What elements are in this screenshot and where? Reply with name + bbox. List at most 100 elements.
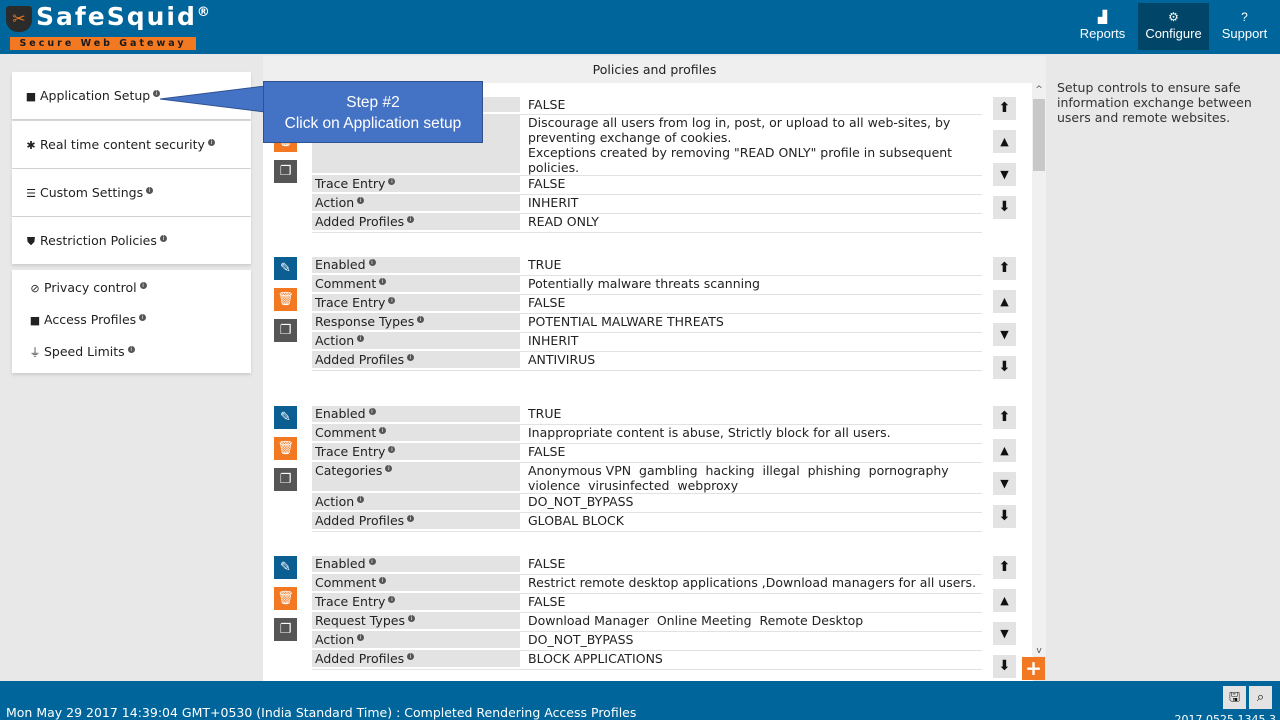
arrow-circle-up-icon: ⬆	[998, 260, 1011, 276]
move-down-button[interactable]: ▼	[993, 472, 1016, 495]
info-icon[interactable]: i	[357, 633, 365, 641]
top-nav: ▟ Reports ⚙ Configure ? Support	[1067, 3, 1280, 50]
sidebar-subitem-access-profiles[interactable]: ■ Access Profiles i	[12, 304, 251, 336]
sidebar-item-custom-settings[interactable]: ☰ Custom Settings i	[12, 169, 251, 216]
info-icon[interactable]: i	[407, 652, 415, 660]
move-top-button[interactable]: ⬆	[993, 97, 1016, 120]
nav-configure[interactable]: ⚙ Configure	[1138, 3, 1209, 50]
info-icon[interactable]: i	[417, 315, 425, 323]
nav-support[interactable]: ? Support	[1209, 3, 1280, 50]
shield-icon: ⛊	[26, 235, 36, 248]
field-label: Added Profiles i	[312, 214, 520, 230]
delete-button[interactable]: 🗑	[274, 437, 297, 460]
safesquid-logo[interactable]: ✂ SafeSquid® Secure Web Gateway	[4, 2, 210, 50]
move-up-button[interactable]: ▲	[993, 439, 1016, 462]
field-label: Enabled i	[312, 406, 520, 422]
help-text: Setup controls to ensure safe informatio…	[1057, 80, 1252, 125]
save-button[interactable]: 🖫	[1223, 686, 1246, 709]
move-bottom-button[interactable]: ⬇	[993, 356, 1016, 379]
sidebar-subitem-privacy-control[interactable]: ⊘ Privacy control i	[12, 272, 251, 304]
info-icon[interactable]: i	[207, 138, 215, 146]
field-value: FALSE	[528, 594, 566, 609]
briefcase-icon: ■	[29, 314, 41, 327]
info-icon[interactable]: i	[368, 407, 376, 415]
move-top-button[interactable]: ⬆	[993, 257, 1016, 280]
info-icon[interactable]: i	[379, 576, 387, 584]
info-icon[interactable]: i	[407, 614, 415, 622]
copy-icon: ❐	[279, 622, 292, 637]
move-down-button[interactable]: ▼	[993, 163, 1016, 186]
copy-button[interactable]: ❐	[274, 618, 297, 641]
speed-icon: ⏚	[29, 346, 41, 359]
info-icon[interactable]: i	[379, 426, 387, 434]
delete-button[interactable]: 🗑	[274, 288, 297, 311]
field-value: Inappropriate content is abuse, Strictly…	[528, 425, 891, 440]
edit-button[interactable]: ✎	[274, 257, 297, 280]
policy-row: Comment i Inappropriate content is abuse, …	[312, 425, 982, 444]
edit-button[interactable]: ✎	[274, 406, 297, 429]
scroll-thumb[interactable]	[1033, 99, 1045, 171]
info-icon[interactable]: i	[127, 345, 135, 353]
sidebar-subitem-speed-limits[interactable]: ⏚ Speed Limits i	[12, 336, 251, 368]
move-bottom-button[interactable]: ⬇	[993, 196, 1016, 219]
search-button[interactable]: ⌕	[1249, 686, 1272, 709]
scroll-down-icon[interactable]: v	[1032, 646, 1046, 656]
policy-row: Trace Entry i FALSE	[312, 594, 982, 613]
field-label: Comment i	[312, 276, 520, 292]
delete-button[interactable]: 🗑	[274, 587, 297, 610]
info-icon[interactable]: i	[368, 258, 376, 266]
info-icon[interactable]: i	[159, 234, 167, 242]
copy-button[interactable]: ❐	[274, 319, 297, 342]
info-icon[interactable]: i	[379, 277, 387, 285]
info-icon[interactable]: i	[139, 281, 147, 289]
info-icon[interactable]: i	[357, 334, 365, 342]
policy-row: Action i INHERIT	[312, 195, 982, 214]
move-top-button[interactable]: ⬆	[993, 556, 1016, 579]
move-bottom-button[interactable]: ⬇	[993, 505, 1016, 528]
field-value: INHERIT	[528, 195, 579, 210]
copy-button[interactable]: ❐	[274, 160, 297, 183]
trash-icon: 🗑	[277, 591, 294, 606]
field-value: Restrict remote desktop applications ,Do…	[528, 575, 977, 590]
move-top-button[interactable]: ⬆	[993, 406, 1016, 429]
edit-icon: ✎	[280, 560, 291, 575]
sidebar-item-real-time-content-security[interactable]: ✱ Real time content security i	[12, 121, 251, 168]
move-up-button[interactable]: ▲	[993, 589, 1016, 612]
move-up-button[interactable]: ▲	[993, 130, 1016, 153]
info-icon[interactable]: i	[139, 313, 147, 321]
field-value: Discourage all users from log in, post, …	[528, 115, 953, 175]
info-icon[interactable]: i	[385, 464, 393, 472]
info-icon[interactable]: i	[407, 215, 415, 223]
info-icon[interactable]: i	[388, 595, 396, 603]
info-icon[interactable]: i	[368, 557, 376, 565]
info-icon[interactable]: i	[146, 186, 154, 194]
policies-scrollbar[interactable]: ^ v	[1032, 83, 1046, 656]
sidebar-label: Restriction Policies	[40, 233, 157, 248]
version-text: 2017.0525.1345.3	[1174, 713, 1276, 720]
move-up-button[interactable]: ▲	[993, 290, 1016, 313]
field-value: INHERIT	[528, 333, 579, 348]
scroll-up-icon[interactable]: ^	[1032, 85, 1046, 95]
move-down-button[interactable]: ▼	[993, 323, 1016, 346]
policy-row: Enabled i TRUE	[312, 257, 982, 276]
info-icon[interactable]: i	[357, 196, 365, 204]
arrow-circle-down-icon: ⬇	[998, 508, 1011, 524]
field-value: Anonymous VPN gambling hacking illegal p…	[528, 463, 949, 493]
info-icon[interactable]: i	[388, 177, 396, 185]
add-policy-button[interactable]: +	[1022, 657, 1045, 680]
policy-row: Request Types i Download Manager Online Me…	[312, 613, 982, 632]
field-value: Potentially malware threats scanning	[528, 276, 760, 291]
copy-button[interactable]: ❐	[274, 468, 297, 491]
info-icon[interactable]: i	[407, 514, 415, 522]
nav-reports[interactable]: ▟ Reports	[1067, 3, 1138, 50]
info-icon[interactable]: i	[388, 296, 396, 304]
move-bottom-button[interactable]: ⬇	[993, 655, 1016, 678]
info-icon[interactable]: i	[388, 445, 396, 453]
bug-icon: ✱	[26, 139, 36, 152]
edit-button[interactable]: ✎	[274, 556, 297, 579]
info-icon[interactable]: i	[407, 353, 415, 361]
move-down-button[interactable]: ▼	[993, 622, 1016, 645]
reorder-controls: ⬆ ▲ ▼ ⬇	[993, 257, 1016, 389]
sidebar-item-restriction-policies[interactable]: ⛊ Restriction Policies i	[12, 217, 251, 264]
info-icon[interactable]: i	[357, 495, 365, 503]
